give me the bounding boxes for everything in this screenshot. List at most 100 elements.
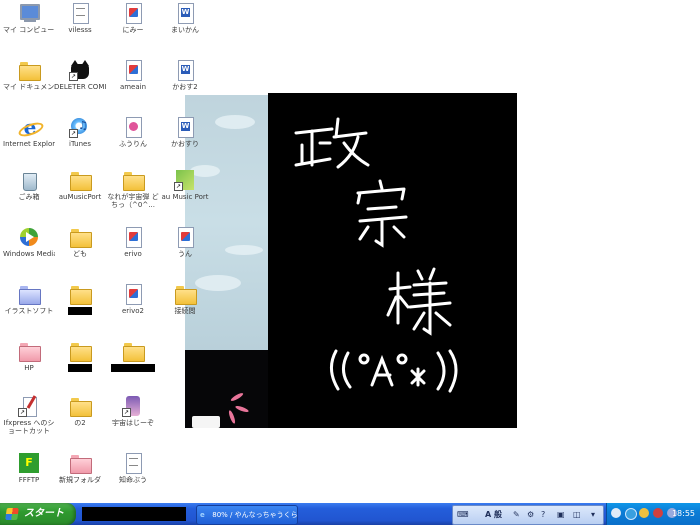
ifxpress-shortcut-icon-item[interactable]: ↗ Ifxpress へのショートカット [3,395,55,435]
deleter-comic-icon-item[interactable]: ↗ DELETER COMIC WOR.. [54,59,106,91]
vilesss-icon-item[interactable]: vilesss [54,2,106,34]
redacted-folder-icon-item[interactable] [54,340,106,372]
internet-explorer-icon: e [200,511,205,519]
uchuudan-folder-icon-item[interactable]: なれが宇宙弾 どちっ（^0^... [107,169,159,209]
folder-icon [18,340,41,362]
icon-label: マイ ドキュメント [3,83,55,91]
icon-label: イラストソフト [4,307,54,315]
redacted-folder-icon-item[interactable] [54,283,106,315]
icon-label: かおす2 [172,83,198,91]
icon-label: FFFTP [18,476,40,484]
itunes-icon: ♫ ↗ [69,118,88,138]
ime-settings-icon[interactable]: ⚙ [527,506,534,524]
security-icon[interactable] [653,508,663,518]
icon-label: ameain [119,83,147,91]
ameain-icon-item[interactable]: ameain [107,59,159,91]
icon-label: の2 [74,419,86,427]
ime-mode-label[interactable]: A 般 [485,506,502,524]
uchuu-anime-icon-item[interactable]: ↗ 宇宙はじーぞ [107,395,159,427]
text-file-icon [122,452,144,474]
internet-explorer-icon-item[interactable]: e Internet Explorer [3,116,55,148]
volume-icon[interactable] [639,508,649,518]
ffftp-icon-item[interactable]: F FFFTP [3,452,55,484]
recycle-bin-icon-item[interactable]: ごみ箱 [3,169,55,201]
icon-label: ども [73,250,87,258]
taskbar: スタート e 80% / やんなっちゃうくら... ⌨ A 般 ✎ ⚙ ? ▣ … [0,503,700,525]
folder-icon [69,169,92,191]
illust-software-icon-item[interactable]: イラストソフト [3,283,55,315]
show-hidden-icons-icon[interactable] [611,508,621,518]
word-document-icon: W [174,116,196,138]
language-bar[interactable]: ⌨ A 般 ✎ ⚙ ? ▣ ◫ ▾ [452,505,604,525]
word-document-icon: W [174,2,196,24]
icon-label: iTunes [69,140,91,148]
itunes-icon-item[interactable]: ♫ ↗ iTunes [54,116,106,148]
ime-icon[interactable]: ⌨ [457,506,469,524]
windows-logo-icon [5,508,19,520]
redacted-folder-icon-item[interactable] [107,340,159,372]
domo-folder-icon-item[interactable]: ども [54,226,106,258]
setsuzoku-folder-icon-item[interactable]: 接続閲 [159,283,211,315]
character-icon: ↗ [122,395,144,417]
icon-label: HP [24,364,34,372]
redacted-label [111,364,155,372]
pen-icon: ↗ [18,395,40,417]
kaosuri-icon-item[interactable]: W かおすり [159,116,211,148]
au-music-port-icon-item[interactable]: ↗ au Music Port [159,169,211,201]
ime-pad-icon[interactable]: ✎ [513,506,520,524]
taskbar-button-redacted[interactable] [82,507,186,521]
folder-icon [122,340,145,362]
erivo-icon-item[interactable]: erivo [107,226,159,258]
nimi-icon-item[interactable]: にみー [107,2,159,34]
help-icon[interactable]: ? [541,506,545,524]
icon-label: DELETER COMIC WOR.. [54,83,106,91]
start-button[interactable]: スタート [0,503,76,525]
erivo2-icon-item[interactable]: erivo2 [107,283,159,315]
media-file-icon [122,226,144,248]
chimeibuu-icon-item[interactable]: 知命ぶう [107,452,159,484]
folder-icon [69,452,92,474]
new-folder-icon-item[interactable]: 新規フォルダ [54,452,106,484]
un-icon-item[interactable]: うん [159,226,211,258]
folder-icon [69,226,92,248]
redacted-label [68,307,92,315]
my-documents-icon-item[interactable]: マイ ドキュメント [3,59,55,91]
maikan-icon-item[interactable]: W まいかん [159,2,211,34]
taskbar-button-browser[interactable]: e 80% / やんなっちゃうくら... [196,505,298,525]
icon-label: 宇宙はじーぞ [112,419,154,427]
my-computer-icon-item[interactable]: マイ コンピュータ [3,2,55,34]
internet-explorer-icon: e [16,116,46,140]
media-player-icon-item[interactable]: Windows Media Player [3,226,55,258]
langbar-menu-icon[interactable]: ▾ [591,506,595,524]
ftp-icon: F [18,452,40,474]
no2-folder-icon-item[interactable]: の2 [54,395,106,427]
icon-label: なれが宇宙弾 どちっ（^0^... [107,193,159,209]
kaosu2-icon-item[interactable]: W かおす2 [159,59,211,91]
media-file-icon [174,226,196,248]
document-icon [69,2,91,24]
icon-label: Windows Media Player [3,250,55,258]
icon-label: ごみ箱 [18,193,40,201]
icon-label: まいかん [171,26,199,34]
icon-label: マイ コンピュータ [3,26,55,34]
network-icon[interactable] [625,508,637,520]
icon-label: 接続閲 [174,307,196,315]
icon-label: 新規フォルダ [59,476,101,484]
cat-icon: ↗ [69,59,91,81]
icon-label: vilesss [68,26,92,34]
ime-kana-icon[interactable]: ▣ [557,506,565,524]
icon-label: erivo [124,250,142,258]
fuurin-icon-item[interactable]: ふうりん [107,116,159,148]
aumusicport-folder-icon-item[interactable]: auMusicPort [54,169,106,201]
media-file-icon [122,2,144,24]
hp-folder-icon-item[interactable]: HP [3,340,55,372]
image-file-icon [122,116,144,138]
folder-icon [69,283,92,305]
folder-icon [69,395,92,417]
icon-label: 知命ぶう [119,476,147,484]
ime-options-icon[interactable]: ◫ [573,506,581,524]
folder-icon [122,169,145,191]
word-document-icon: W [174,59,196,81]
icon-label: au Music Port [161,193,209,201]
clock[interactable]: 18:55 [672,503,695,525]
